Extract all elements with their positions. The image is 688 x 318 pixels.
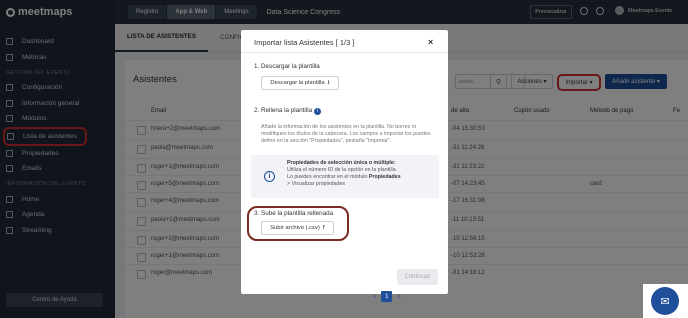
import-modal: Importar lista Asistentes [ 1/3 ] × 1. D… [241, 30, 448, 294]
info-icon: i [313, 108, 321, 115]
modal-title: Importar lista Asistentes [ 1/3 ] [254, 38, 355, 47]
info-box: i Propiedades de selección única o múlti… [251, 155, 439, 198]
step-2-description: Añade la información de los asistentes e… [261, 124, 431, 144]
page-button[interactable]: 1 [381, 291, 393, 302]
download-template-button[interactable]: Descargar la plantilla ⭳ [261, 76, 339, 90]
upload-label: Subir archivo (.csv) [270, 225, 320, 231]
info-line-2: Lo puedes encontrar en el módulo [287, 174, 369, 180]
step-2-text: 2. Rellena la plantilla [254, 107, 313, 114]
close-icon[interactable]: × [428, 37, 433, 47]
info-title: Propiedades de selección única o múltipl… [287, 160, 396, 166]
step-1-label: 1. Descargar la plantilla [254, 63, 320, 70]
pagination: « 1 » [373, 291, 401, 302]
info-line-3: > Visualizar propiedades [287, 181, 346, 187]
upload-file-button[interactable]: Subir archivo (.csv) ⭱ [261, 221, 334, 235]
download-icon: ⭳ [327, 80, 330, 86]
step-2-label: 2. Rellena la plantilla i [254, 107, 321, 115]
info-line-1: Utiliza el número ID de la opción en la … [287, 167, 398, 173]
info-circle-icon: i [264, 171, 275, 182]
prev-page-icon[interactable]: « [373, 294, 376, 300]
chat-widget: ✉ [643, 284, 688, 318]
modal-divider [241, 52, 448, 53]
chat-icon[interactable]: ✉ [651, 287, 679, 315]
next-page-icon[interactable]: » [397, 294, 400, 300]
info-line-2-bold: Propiedades [368, 174, 401, 180]
continue-button[interactable]: Continuar [397, 269, 438, 285]
info-text: Propiedades de selección única o múltipl… [287, 160, 435, 188]
step-3-label: 3. Sube la plantilla rellenada [254, 210, 334, 217]
download-label: Descargar la plantilla [270, 80, 325, 86]
upload-icon: ⭱ [322, 225, 325, 231]
